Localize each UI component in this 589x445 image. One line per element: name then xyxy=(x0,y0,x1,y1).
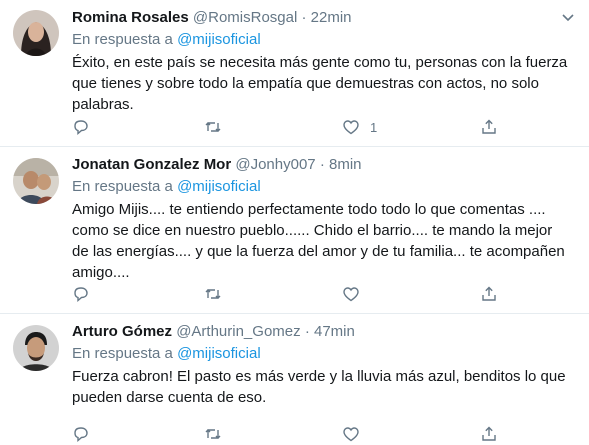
heart-icon xyxy=(343,287,359,302)
tweet-text: Éxito, en este país se necesita más gent… xyxy=(72,52,577,115)
separator-dot: · xyxy=(319,156,325,173)
tweet-feed: Romina Rosales @RomisRosgal · 22min En r… xyxy=(0,0,589,443)
reply-prefix: En respuesta a xyxy=(72,31,173,48)
separator-dot: · xyxy=(304,323,310,340)
like-count: 1 xyxy=(370,119,378,135)
tweet-actions xyxy=(72,283,502,305)
chevron-down-icon[interactable] xyxy=(559,8,577,26)
heart-icon xyxy=(343,120,359,135)
tweet-text-line: que tienes y sobre todo la empatía que d… xyxy=(72,75,539,92)
author-name[interactable]: Romina Rosales xyxy=(72,9,189,26)
like-button[interactable] xyxy=(342,283,370,305)
reply-icon xyxy=(74,427,88,443)
like-button[interactable]: 1 xyxy=(342,116,377,138)
tweet[interactable]: Romina Rosales @RomisRosgal · 22min En r… xyxy=(0,0,589,147)
share-button[interactable] xyxy=(480,283,498,305)
author-handle[interactable]: @Jonhy007 xyxy=(235,156,315,173)
reply-mention-link[interactable]: @mijisoficial xyxy=(177,178,261,195)
separator-dot: · xyxy=(301,9,307,26)
tweet-actions: 1 xyxy=(72,116,502,138)
author-handle[interactable]: @RomisRosgal xyxy=(193,9,297,26)
reply-context: En respuesta a @mijisoficial xyxy=(72,30,577,50)
reply-icon xyxy=(74,287,88,303)
share-icon xyxy=(482,119,496,134)
tweet[interactable]: Jonatan Gonzalez Mor @Jonhy007 · 8min En… xyxy=(0,147,589,314)
retweet-icon xyxy=(205,289,221,299)
tweet-text-line: palabras. xyxy=(72,96,134,113)
retweet-button[interactable] xyxy=(204,423,222,445)
author-handle[interactable]: @Arthurin_Gomez xyxy=(176,323,300,340)
avatar[interactable] xyxy=(13,325,59,371)
avatar[interactable] xyxy=(13,10,59,56)
reply-context: En respuesta a @mijisoficial xyxy=(72,177,577,197)
tweet-text-line: Amigo Mijis.... te entiendo perfectament… xyxy=(72,201,546,218)
tweet-text-line: pueden darse cuenta de eso. xyxy=(72,389,267,406)
share-button[interactable] xyxy=(480,423,498,445)
tweet-timestamp[interactable]: 22min xyxy=(311,9,352,26)
like-button[interactable] xyxy=(342,423,370,445)
heart-icon xyxy=(343,427,359,442)
tweet-text-line: como se dice en nuestro pueblo...... Chi… xyxy=(72,222,553,239)
share-icon xyxy=(482,426,496,441)
tweet-text-line: Fuerza cabron! El pasto es más verde y l… xyxy=(72,368,566,385)
reply-prefix: En respuesta a xyxy=(72,345,173,362)
tweet-text-line: Éxito, en este país se necesita más gent… xyxy=(72,54,568,71)
reply-button[interactable] xyxy=(72,283,90,305)
tweet[interactable]: Arturo Gómez @Arthurin_Gomez · 47min En … xyxy=(0,314,589,443)
author-name[interactable]: Jonatan Gonzalez Mor xyxy=(72,156,231,173)
reply-button[interactable] xyxy=(72,116,90,138)
reply-mention-link[interactable]: @mijisoficial xyxy=(177,31,261,48)
tweet-timestamp[interactable]: 8min xyxy=(329,156,362,173)
reply-prefix: En respuesta a xyxy=(72,178,173,195)
tweet-text-line: de las energías.... y que la fuerza del … xyxy=(72,243,565,260)
share-button[interactable] xyxy=(480,116,498,138)
tweet-text-line: amigo.... xyxy=(72,264,130,281)
tweet-text: Fuerza cabron! El pasto es más verde y l… xyxy=(72,366,577,408)
retweet-button[interactable] xyxy=(204,116,222,138)
retweet-button[interactable] xyxy=(204,283,222,305)
reply-icon xyxy=(74,120,88,136)
author-name[interactable]: Arturo Gómez xyxy=(72,323,172,340)
retweet-icon xyxy=(205,122,221,132)
reply-mention-link[interactable]: @mijisoficial xyxy=(177,345,261,362)
share-icon xyxy=(482,286,496,301)
retweet-icon xyxy=(205,429,221,439)
reply-context: En respuesta a @mijisoficial xyxy=(72,344,577,364)
reply-button[interactable] xyxy=(72,423,90,445)
tweet-actions xyxy=(72,423,502,445)
tweet-text: Amigo Mijis.... te entiendo perfectament… xyxy=(72,199,577,283)
avatar[interactable] xyxy=(13,158,59,204)
tweet-timestamp[interactable]: 47min xyxy=(314,323,355,340)
